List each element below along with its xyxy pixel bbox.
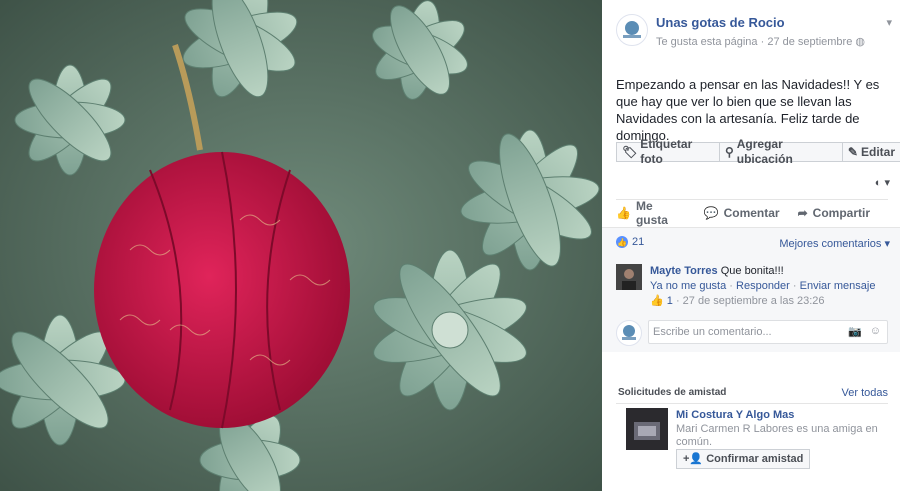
like-reaction-icon: 👍 — [616, 236, 628, 248]
comment-text: Que bonita!!! — [720, 265, 784, 277]
comment-sort-dropdown[interactable]: Mejores comentarios ▾ — [779, 237, 890, 250]
page-name[interactable]: Unas gotas de Rocio — [656, 15, 785, 30]
post-meta: Te gusta esta página · 27 de septiembre … — [656, 35, 865, 48]
comment-label: Comentar — [723, 206, 780, 220]
add-location-label: Agregar ubicación — [736, 137, 793, 166]
comment-input[interactable]: Escribe un comentario... 📷 ☺ — [648, 320, 888, 344]
like-label: Me gusta — [635, 199, 668, 227]
tag-photo-button[interactable]: 🏷 Etiquetar foto — [616, 137, 720, 166]
audience-selector[interactable]: ◐ ▾ — [875, 176, 890, 189]
tag-icon: 🏷 — [622, 144, 638, 159]
audience-icon: ◐ — [874, 177, 882, 189]
unlike-link[interactable]: Ya no me gusta — [650, 280, 726, 292]
confirm-friend-button[interactable]: +👤 Confirmar amistad — [676, 449, 811, 469]
mutual-friend-text: Mari Carmen R Labores es una amiga en co… — [676, 423, 878, 448]
commenter-avatar[interactable] — [616, 264, 642, 290]
camera-icon[interactable]: 📷 — [848, 325, 862, 338]
comment-like-count[interactable]: 1 — [667, 295, 673, 307]
share-icon: ➦ — [797, 206, 808, 220]
comment-body: Mayte Torres Que bonita!!! — [650, 264, 890, 278]
like-count: 21 — [632, 236, 645, 248]
composer-avatar — [616, 320, 642, 346]
send-message-link[interactable]: Enviar mensaje — [800, 280, 876, 292]
comment-like-icon[interactable]: 👍 — [650, 295, 664, 307]
page-like-status[interactable]: Te gusta esta página — [656, 36, 758, 48]
requester-photo[interactable] — [626, 408, 668, 450]
composer-icons: 📷 ☺ — [848, 325, 881, 338]
like-button[interactable]: 👍 Me gusta — [616, 199, 686, 227]
add-location-button[interactable]: ⚲ Agregar ubicación — [718, 137, 843, 166]
add-friend-icon: +👤 — [683, 453, 704, 465]
page-avatar[interactable] — [616, 14, 648, 46]
share-label: Compartir — [812, 206, 870, 220]
comment-composer: Escribe un comentario... 📷 ☺ — [616, 320, 892, 346]
comment-icon: 💬 — [703, 206, 719, 220]
comments-section: 👍 21 Mejores comentarios ▾ Mayte Torres … — [602, 227, 900, 352]
globe-icon: ◍ — [855, 36, 865, 48]
emoji-icon[interactable]: ☺ — [870, 325, 881, 338]
confirm-label: Confirmar amistad — [706, 453, 804, 465]
post-sidebar: Unas gotas de Rocio Te gusta esta página… — [602, 0, 900, 491]
pencil-icon: ✎ — [847, 144, 858, 159]
post-text: Empezando a pensar en las Navidades!! Y … — [616, 77, 880, 143]
photo-tag-bar: 🏷 Etiquetar foto ⚲ Agregar ubicación ✎ Edit… — [616, 137, 900, 166]
commenter-name[interactable]: Mayte Torres — [650, 265, 718, 277]
edit-label: Editar — [860, 144, 895, 159]
see-all-link[interactable]: Ver todas — [842, 387, 888, 399]
comment-meta: 👍 1 · 27 de septiembre a las 23:26 — [650, 295, 825, 307]
divider — [616, 403, 888, 404]
edit-button[interactable]: ✎ Editar — [841, 142, 900, 162]
reply-link[interactable]: Responder — [736, 280, 790, 292]
location-pin-icon: ⚲ — [724, 144, 734, 159]
comment-time[interactable]: 27 de septiembre a las 23:26 — [683, 295, 825, 307]
comment-actions: Ya no me gusta · Responder · Enviar mens… — [650, 280, 876, 292]
thumbs-up-icon: 👍 — [616, 206, 631, 220]
post-header: Unas gotas de Rocio Te gusta esta página… — [616, 12, 892, 56]
chevron-down-icon[interactable]: ▾ — [886, 16, 892, 29]
friend-requests-title: Solicitudes de amistad — [618, 387, 727, 398]
tag-photo-label: Etiquetar foto — [640, 137, 693, 166]
like-summary[interactable]: 👍 21 — [616, 236, 644, 248]
sort-label: Mejores comentarios — [779, 238, 882, 250]
post-photo[interactable] — [0, 0, 602, 491]
share-button[interactable]: ➦ Compartir — [798, 206, 870, 220]
comment-placeholder: Escribe un comentario... — [653, 326, 772, 338]
requester-name[interactable]: Mi Costura Y Algo Mas — [676, 409, 794, 421]
post-actions: 👍 Me gusta 💬 Comentar ➦ Compartir — [616, 199, 888, 227]
caret-down-icon: ▾ — [884, 177, 890, 189]
comment-button[interactable]: 💬 Comentar — [704, 206, 780, 220]
post-date[interactable]: 27 de septiembre — [767, 36, 852, 48]
